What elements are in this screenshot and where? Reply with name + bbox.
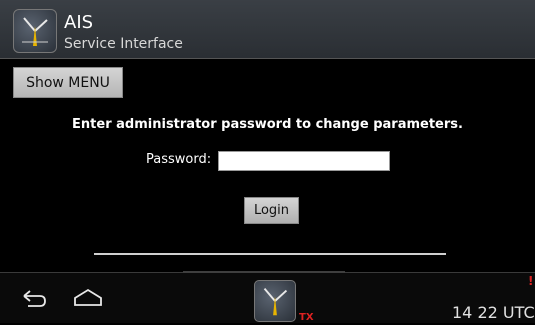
nav-scroll-indicator xyxy=(183,271,345,273)
tray-ais-icon[interactable] xyxy=(254,280,296,322)
app-subtitle: Service Interface xyxy=(64,36,183,52)
password-label: Password: xyxy=(146,152,212,167)
tx-indicator: TX xyxy=(299,312,314,323)
divider xyxy=(94,253,446,255)
show-menu-button[interactable]: Show MENU xyxy=(13,67,123,98)
login-button[interactable]: Login xyxy=(244,197,299,224)
home-icon[interactable] xyxy=(73,287,103,307)
back-icon[interactable] xyxy=(20,288,48,308)
password-input[interactable] xyxy=(218,151,390,171)
password-instruction: Enter administrator password to change p… xyxy=(72,117,463,132)
app-radar-icon xyxy=(13,9,57,53)
status-clock: 14 22 UTC xyxy=(452,303,535,322)
app-title: AIS xyxy=(64,12,94,33)
alert-indicator: ! xyxy=(528,274,534,288)
